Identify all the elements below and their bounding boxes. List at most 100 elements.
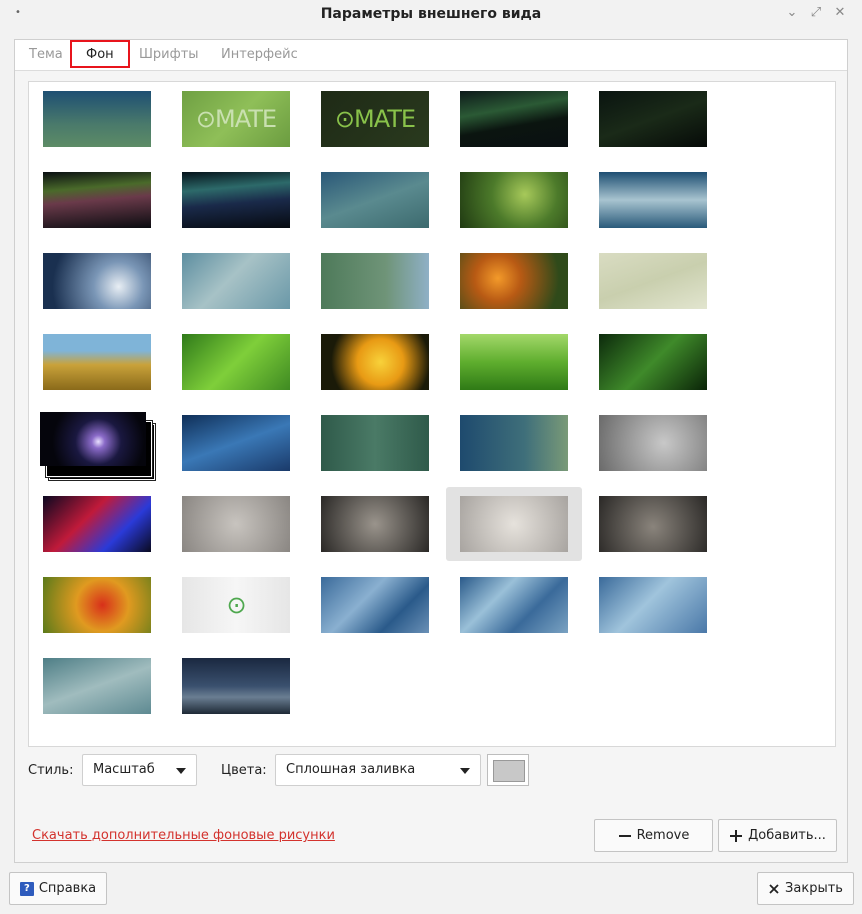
wallpaper-thumbnail[interactable]: [168, 244, 304, 318]
wallpaper-thumbnail[interactable]: [585, 325, 721, 399]
tab-theme[interactable]: Тема: [29, 47, 63, 62]
tab-background[interactable]: Фон: [70, 40, 130, 68]
wallpaper-image-ladybug-grass: [460, 172, 568, 228]
title-bar: • Параметры внешнего вида ⌄ ⤢ ✕: [0, 0, 862, 30]
wallpaper-image-room-light: [460, 496, 568, 552]
wallpaper-thumbnail[interactable]: [307, 487, 443, 561]
wallpaper-thumbnail[interactable]: [168, 163, 304, 237]
wallpaper-gallery: ⊙MATE ⊙MATE ⊙: [28, 81, 836, 747]
chevron-down-icon: [460, 768, 470, 774]
wallpaper-image-red-flower: [43, 577, 151, 633]
wallpaper-thumbnail[interactable]: [168, 649, 304, 723]
wallpaper-thumbnail[interactable]: [585, 406, 721, 480]
tab-interface[interactable]: Интерфейс: [221, 47, 298, 62]
wallpaper-thumbnail[interactable]: [446, 568, 582, 642]
tab-fonts[interactable]: Шрифты: [139, 47, 199, 62]
wallpaper-image-mate-logo-green: ⊙MATE: [182, 91, 290, 147]
wallpaper-thumbnail[interactable]: ⊙: [168, 568, 304, 642]
remove-button-label: Remove: [636, 828, 690, 843]
wallpaper-thumbnail[interactable]: [307, 163, 443, 237]
wallpaper-image-room-gray: [182, 496, 290, 552]
wallpaper-thumbnail[interactable]: [29, 568, 165, 642]
maximize-icon[interactable]: ⤢: [808, 5, 824, 20]
wallpaper-thumbnail[interactable]: ⊙MATE: [307, 82, 443, 156]
wallpaper-thumbnail[interactable]: [29, 649, 165, 723]
wallpaper-image-water-drop: [43, 253, 151, 309]
colors-select-value: Сплошная заливка: [286, 762, 416, 777]
wallpaper-image-mate-logo-dark: ⊙MATE: [321, 91, 429, 147]
wallpaper-image-beach-grass: [43, 334, 151, 390]
wallpaper-thumbnail[interactable]: [446, 325, 582, 399]
wallpaper-thumbnail[interactable]: [446, 406, 582, 480]
wallpaper-image-aurora-cyan: [182, 172, 290, 228]
wallpaper-image-plain-blue-green: [43, 91, 151, 147]
help-button-label: Справка: [38, 881, 97, 896]
wallpaper-thumbnail[interactable]: [307, 568, 443, 642]
minus-icon: [618, 829, 632, 843]
wallpaper-image-blue-wave: [599, 172, 707, 228]
wallpaper-image-blue-bubbles: [182, 415, 290, 471]
close-button[interactable]: Закрыть: [757, 872, 854, 905]
add-button[interactable]: Добавить...: [718, 819, 837, 852]
help-button[interactable]: ? Справка: [9, 872, 107, 905]
help-icon: ?: [19, 881, 34, 896]
wallpaper-thumbnail[interactable]: [168, 325, 304, 399]
help-icon-wrap: ?: [19, 881, 34, 896]
wallpaper-thumbnail[interactable]: [307, 325, 443, 399]
wallpaper-thumbnail[interactable]: [29, 163, 165, 237]
close-icon[interactable]: ✕: [832, 5, 848, 20]
wallpaper-image-wet-leaf: [599, 334, 707, 390]
wallpaper-logo-text: ⊙: [226, 591, 246, 619]
wallpaper-image-mate-logo-white: ⊙: [182, 577, 290, 633]
plus-icon: [729, 829, 743, 843]
wallpaper-image-blue-green-bokeh: [460, 415, 568, 471]
style-select[interactable]: Масштаб: [82, 754, 197, 786]
wallpaper-image-red-cube: [599, 415, 707, 471]
wallpaper-thumbnail[interactable]: [307, 244, 443, 318]
wallpaper-thumbnail[interactable]: [29, 244, 165, 318]
shade-icon[interactable]: ⌄: [784, 5, 800, 20]
remove-button[interactable]: Remove: [594, 819, 713, 852]
color-swatch: [493, 760, 525, 782]
wallpaper-thumbnail[interactable]: [29, 406, 165, 480]
wallpaper-thumbnail[interactable]: [585, 568, 721, 642]
color-picker-button[interactable]: [487, 754, 529, 786]
wallpaper-image-dark-teal: [599, 91, 707, 147]
wallpaper-image-green-leaf: [182, 334, 290, 390]
wallpaper-thumbnail[interactable]: [446, 163, 582, 237]
wallpaper-image-aurora-dark: [460, 91, 568, 147]
wallpaper-image-blue-paint: [321, 577, 429, 633]
wallpaper-thumbnail[interactable]: [29, 487, 165, 561]
wallpaper-logo-text: ⊙MATE: [195, 105, 277, 133]
wallpaper-image-orange-petals: [40, 412, 146, 466]
wallpaper-image-blue-curve: [321, 172, 429, 228]
wallpaper-image-pale-curves: [182, 253, 290, 309]
wallpaper-thumbnail[interactable]: [29, 82, 165, 156]
wallpaper-thumbnail[interactable]: [307, 406, 443, 480]
wallpaper-thumbnail[interactable]: [585, 487, 721, 561]
chevron-down-icon: [176, 768, 186, 774]
wallpaper-thumbnail[interactable]: [446, 487, 582, 561]
wallpaper-thumbnail[interactable]: [585, 82, 721, 156]
wallpaper-thumbnail[interactable]: [168, 406, 304, 480]
close-button-label: Закрыть: [785, 881, 843, 896]
wallpaper-image-wood-planks: [599, 253, 707, 309]
add-button-label: Добавить...: [748, 828, 826, 843]
wallpaper-image-orange-flowers: [460, 253, 568, 309]
wallpaper-thumbnail[interactable]: [29, 325, 165, 399]
wallpaper-image-fresh-grass: [460, 334, 568, 390]
wallpaper-thumbnail[interactable]: [446, 82, 582, 156]
wallpaper-image-room-dark-2: [599, 496, 707, 552]
wallpaper-image-red-blue-abstract: [43, 496, 151, 552]
wallpaper-image-aurora-colorful: [43, 172, 151, 228]
wallpaper-thumbnail[interactable]: [168, 487, 304, 561]
colors-label: Цвета:: [221, 763, 267, 778]
wallpaper-thumbnail[interactable]: [585, 163, 721, 237]
wallpaper-image-green-blue-glow: [321, 253, 429, 309]
wallpaper-image-teal-curves: [43, 658, 151, 714]
download-wallpapers-link[interactable]: Скачать дополнительные фоновые рисунки: [32, 828, 335, 843]
wallpaper-thumbnail[interactable]: ⊙MATE: [168, 82, 304, 156]
colors-select[interactable]: Сплошная заливка: [275, 754, 481, 786]
wallpaper-thumbnail[interactable]: [585, 244, 721, 318]
wallpaper-thumbnail[interactable]: [446, 244, 582, 318]
